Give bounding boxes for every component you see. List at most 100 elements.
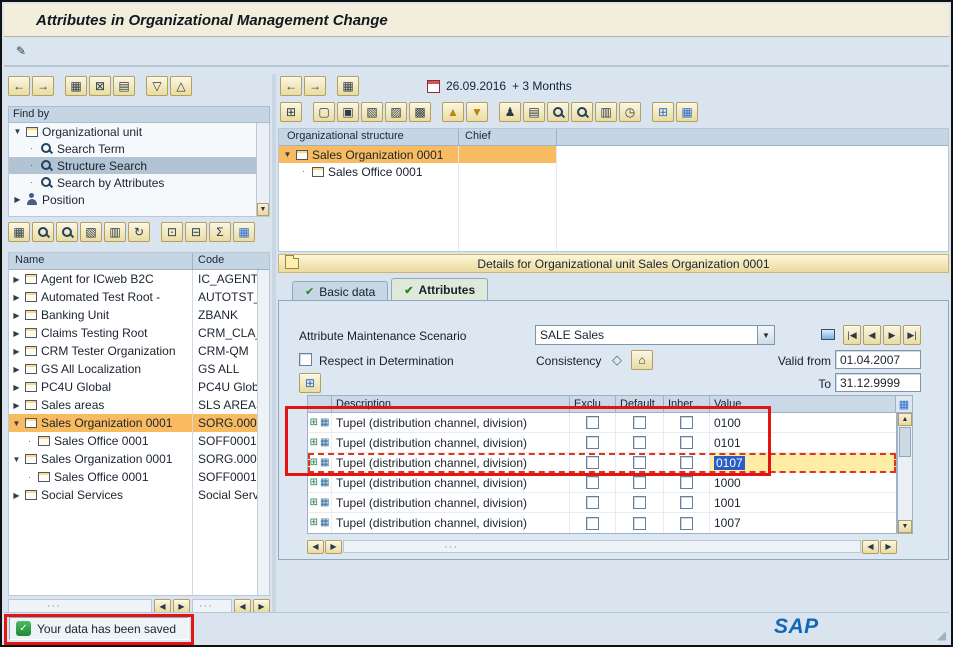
attribute-value[interactable]: 0100 <box>710 413 896 432</box>
table-row[interactable]: ▶Social ServicesSocial Serv <box>9 486 257 504</box>
default-checkbox[interactable] <box>633 436 646 449</box>
lock-icon[interactable]: ⊡ <box>161 222 183 242</box>
exclusion-checkbox[interactable] <box>586 436 599 449</box>
collapse-icon[interactable]: △ <box>170 76 192 96</box>
delete-list-icon[interactable]: ⊠ <box>89 76 111 96</box>
last-record-icon[interactable]: ▶| <box>903 325 921 345</box>
tree-item-structure-search[interactable]: · Structure Search <box>9 157 269 174</box>
goto-icon[interactable]: ▧ <box>80 222 102 242</box>
row-detail-icon[interactable]: ▦ <box>320 438 329 448</box>
forward-icon[interactable]: → <box>32 76 54 96</box>
exclusion-checkbox[interactable] <box>586 476 599 489</box>
chevron-down-icon[interactable]: ▼ <box>757 325 775 345</box>
forward-icon[interactable]: → <box>304 76 326 96</box>
attribute-row[interactable]: ⊞▦ Tupel (distribution channel, division… <box>308 433 896 453</box>
column-config-icon[interactable]: ▦ <box>233 222 255 242</box>
back-icon[interactable]: ← <box>8 76 30 96</box>
attribute-row[interactable]: ⊞▦ Tupel (distribution channel, division… <box>308 413 896 433</box>
tree-item-search-term[interactable]: · Search Term <box>9 140 269 157</box>
resize-grip[interactable]: ◢ <box>937 628 946 642</box>
org-chart-icon[interactable]: ⊞ <box>652 102 674 122</box>
inherited-checkbox[interactable] <box>680 436 693 449</box>
table-row[interactable]: ▶Agent for ICweb B2CIC_AGENT B2 <box>9 270 257 288</box>
column-header-name[interactable]: Name <box>9 253 193 269</box>
table-row-selected[interactable]: ▼Sales Organization 0001SORG.0001 <box>9 414 257 432</box>
exclusion-checkbox[interactable] <box>586 496 599 509</box>
attribute-value[interactable]: 1007 <box>710 513 896 533</box>
calendar-icon[interactable] <box>427 80 440 93</box>
column-header-chief[interactable]: Chief <box>459 129 557 145</box>
one-level-up-icon[interactable]: ▣ <box>337 102 359 122</box>
tab-basic-data[interactable]: ✔ Basic data <box>292 281 388 301</box>
row-detail-icon[interactable]: ▦ <box>320 418 329 428</box>
inherited-checkbox[interactable] <box>680 496 693 509</box>
hscroll-track[interactable]: ··· <box>343 540 861 553</box>
scroll-down-icon[interactable]: ▼ <box>898 520 912 533</box>
clipboard-icon[interactable]: ▥ <box>595 102 617 122</box>
hscroll-track[interactable]: ··· <box>8 599 152 613</box>
hscroll-track[interactable]: ··· <box>192 599 232 613</box>
maintain-icon[interactable]: ⊞ <box>299 373 321 393</box>
default-checkbox[interactable] <box>633 416 646 429</box>
back-icon[interactable]: ← <box>280 76 302 96</box>
display-scenario-icon[interactable] <box>817 324 839 344</box>
unlock-icon[interactable]: ⊟ <box>185 222 207 242</box>
insert-row-icon[interactable]: ⊞ <box>310 518 318 528</box>
exclusion-checkbox[interactable] <box>586 456 599 469</box>
copy-list-icon[interactable]: ▤ <box>113 76 135 96</box>
attribute-row-editing[interactable]: ⊞▦ Tupel (distribution channel, division… <box>308 453 896 473</box>
table-row[interactable]: ▶Claims Testing RootCRM_CLA_RO. <box>9 324 257 342</box>
panel-splitter[interactable] <box>272 74 276 614</box>
staff-assignments-icon[interactable]: ♟ <box>499 102 521 122</box>
results-list-icon[interactable]: ▦ <box>65 76 87 96</box>
scroll-down-icon[interactable]: ▼ <box>257 203 269 216</box>
column-config-icon[interactable]: ▦ <box>676 102 698 122</box>
insert-row-icon[interactable]: ⊞ <box>310 418 318 428</box>
scroll-left-icon[interactable]: ◀ <box>234 599 251 613</box>
column-header-value[interactable]: Value <box>710 396 896 412</box>
exclusion-checkbox[interactable] <box>586 517 599 530</box>
attribute-value-editing[interactable]: 0107 <box>710 453 896 472</box>
inherited-checkbox[interactable] <box>680 416 693 429</box>
display-change-icon[interactable]: ✎ <box>10 41 32 61</box>
find-next-icon[interactable] <box>571 102 593 122</box>
scroll-left-icon[interactable]: ◀ <box>862 540 879 554</box>
attribute-row[interactable]: ⊞▦ Tupel (distribution channel, division… <box>308 473 896 493</box>
move-up-icon[interactable]: ▲ <box>442 102 464 122</box>
default-checkbox[interactable] <box>633 496 646 509</box>
row-detail-icon[interactable]: ▦ <box>320 458 329 468</box>
assign-icon[interactable]: ▧ <box>361 102 383 122</box>
table-row[interactable]: ▶Banking UnitZBANK <box>9 306 257 324</box>
default-checkbox[interactable] <box>633 517 646 530</box>
table-row[interactable]: ▶Automated Test Root -AUTOTST_R. <box>9 288 257 306</box>
first-record-icon[interactable]: |◀ <box>843 325 861 345</box>
select-subtree-icon[interactable]: ⊞ <box>280 102 302 122</box>
row-detail-icon[interactable]: ▦ <box>320 498 329 508</box>
valid-from-field[interactable]: 01.04.2007 <box>835 350 921 369</box>
insert-row-icon[interactable]: ⊞ <box>310 458 318 468</box>
print-icon[interactable]: ▤ <box>523 102 545 122</box>
attribute-row[interactable]: ⊞▦ Tupel (distribution channel, division… <box>308 513 896 533</box>
exclusion-checkbox[interactable] <box>586 416 599 429</box>
scroll-right-icon[interactable]: ▶ <box>880 540 897 554</box>
column-header-exclusion[interactable]: Exclu... <box>570 396 616 412</box>
attribute-value[interactable]: 1001 <box>710 493 896 512</box>
column-header-description[interactable]: Description <box>332 396 570 412</box>
column-header-org-structure[interactable]: Organizational structure <box>279 129 459 145</box>
table-row[interactable]: ·Sales Office 0001SOFF0001 <box>9 432 257 450</box>
check-consistency-icon[interactable]: ⌂ <box>631 350 653 370</box>
table-row[interactable]: ·Sales Office 0001SOFF0001 <box>9 468 257 486</box>
inherited-checkbox[interactable] <box>680 476 693 489</box>
tree-item-position[interactable]: ▶ Position <box>9 191 269 208</box>
tree-item-search-by-attributes[interactable]: · Search by Attributes <box>9 174 269 191</box>
scroll-right-icon[interactable]: ▶ <box>325 540 342 554</box>
org-row-selected[interactable]: ▼ Sales Organization 0001 <box>279 146 948 163</box>
scenario-value[interactable]: SALE Sales <box>535 325 757 345</box>
find-icon[interactable] <box>32 222 54 242</box>
tab-attributes[interactable]: ✔ Attributes <box>391 278 488 301</box>
expander-icon[interactable]: ▶ <box>13 195 22 204</box>
tree-scrollbar[interactable]: ▼ <box>256 123 269 216</box>
insert-row-icon[interactable]: ⊞ <box>310 478 318 488</box>
table-row[interactable]: ▼Sales Organization 0001SORG.0001 <box>9 450 257 468</box>
inherited-checkbox[interactable] <box>680 517 693 530</box>
